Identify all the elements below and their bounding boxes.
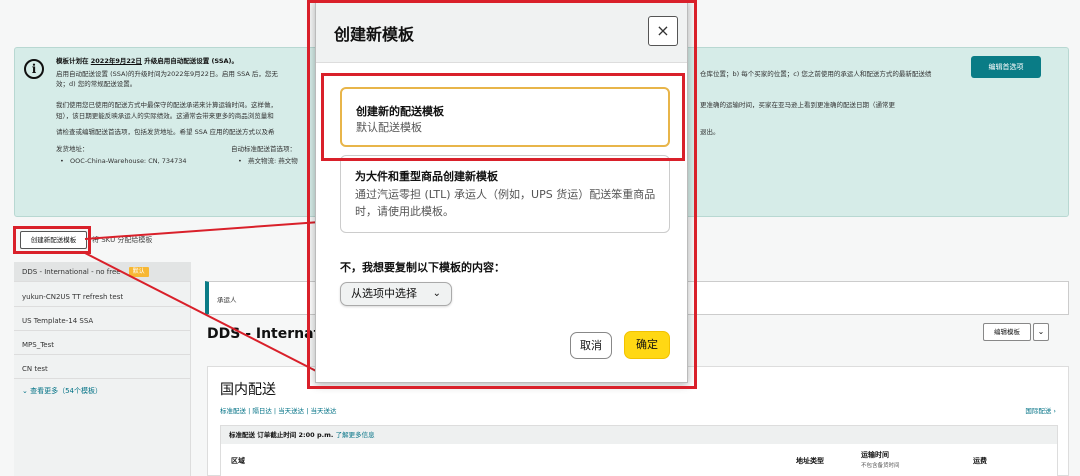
- option-heavy-bulky-template[interactable]: 为大件和重型商品创建新模板 通过汽运零担 (LTL) 承运人（例如，UPS 货运…: [340, 155, 670, 233]
- modal-header: 创建新模板 ×: [316, 1, 687, 63]
- create-template-modal: 创建新模板 × 创建新的配送模板 默认配送模板 为大件和重型商品创建新模板 通过…: [315, 0, 688, 383]
- option-new-shipping-template[interactable]: 创建新的配送模板 默认配送模板: [340, 87, 670, 147]
- page-root: i 模板计划在 2022年9月22日 升级启用自动配送设置 (SSA)。 启用自…: [0, 0, 1080, 476]
- cancel-button[interactable]: 取消: [570, 332, 612, 359]
- modal-title: 创建新模板: [334, 25, 415, 44]
- close-icon[interactable]: ×: [648, 16, 678, 46]
- confirm-button[interactable]: 确定: [624, 331, 670, 359]
- chevron-down-icon: ⌄: [432, 288, 441, 299]
- copy-template-label: 不，我想要复制以下模板的内容：: [340, 261, 505, 274]
- copy-template-select[interactable]: 从选项中选择 ⌄: [340, 282, 452, 306]
